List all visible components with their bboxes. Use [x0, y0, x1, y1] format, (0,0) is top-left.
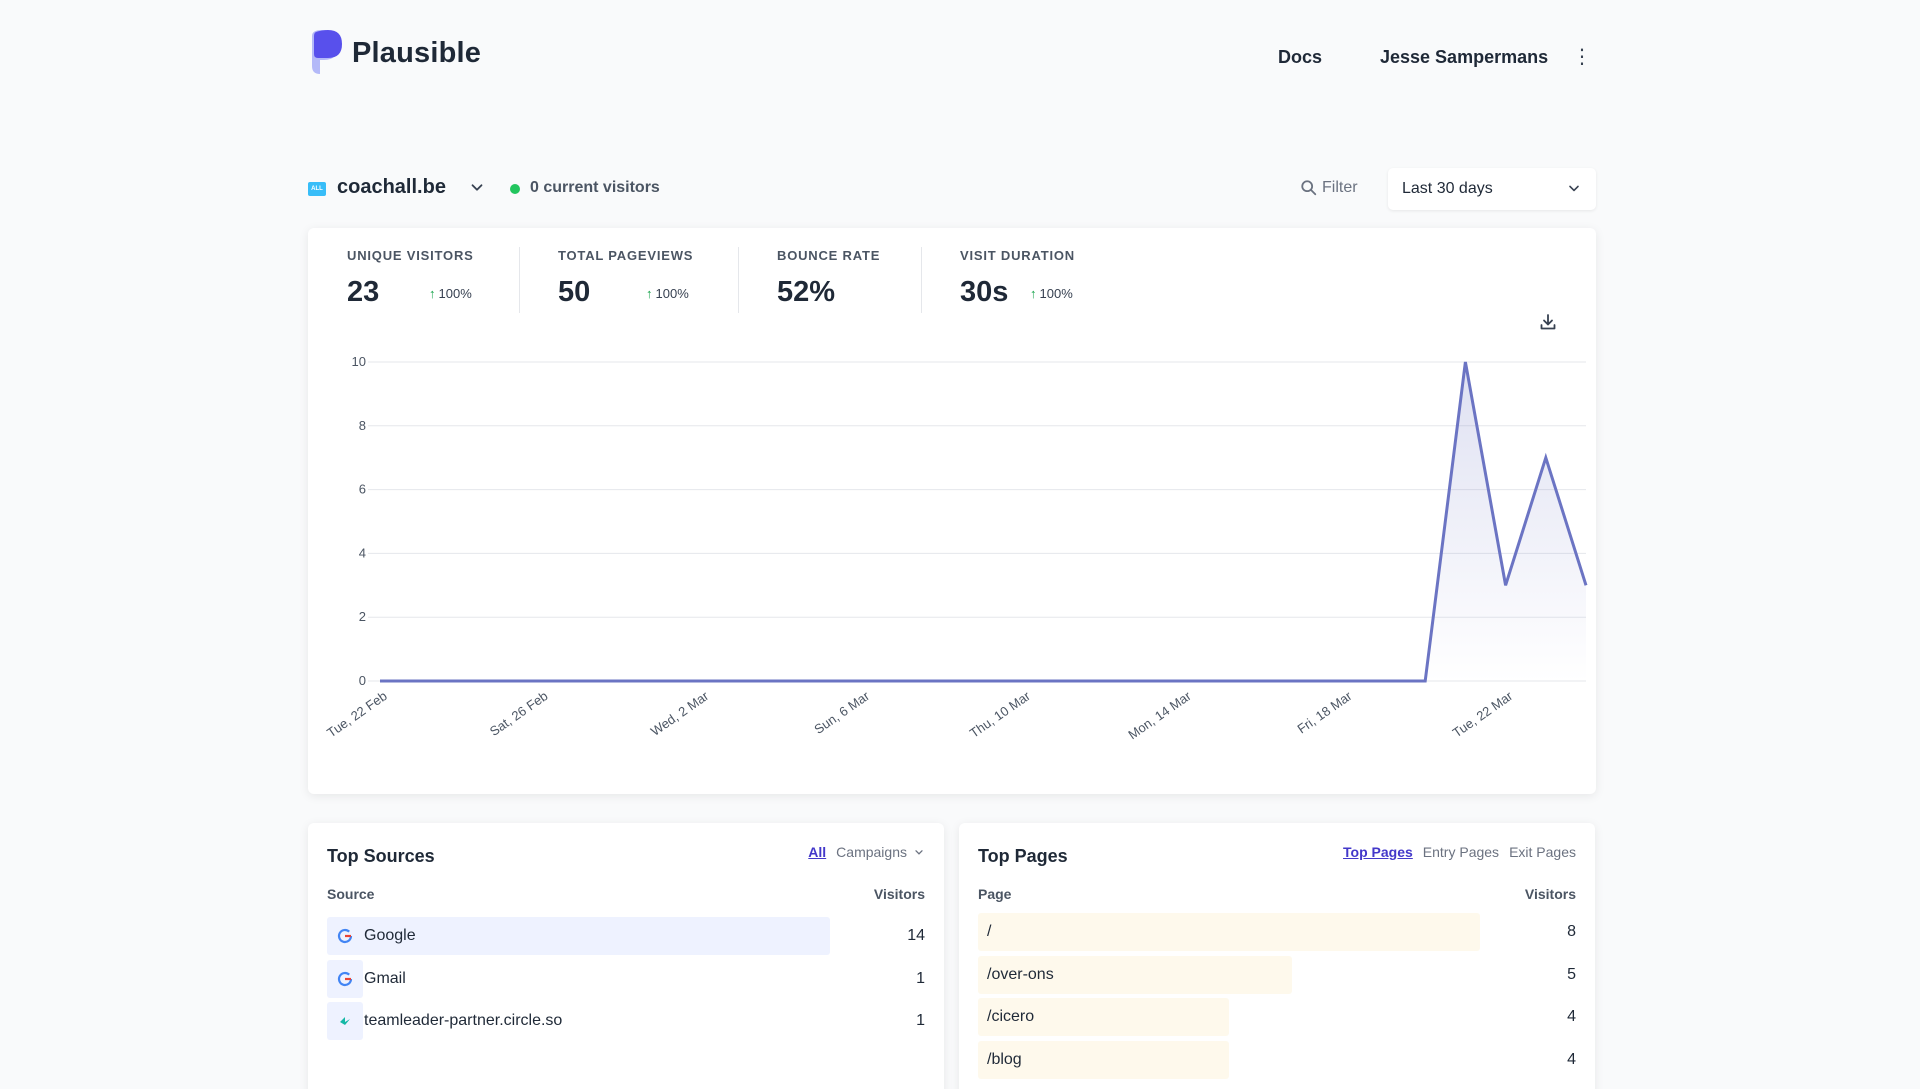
docs-link[interactable]: Docs	[1278, 47, 1322, 68]
row-label: Gmail	[364, 970, 406, 987]
y-tick-label: 10	[352, 354, 366, 369]
x-tick-label: Tue, 22 Feb	[324, 688, 390, 740]
tab-all[interactable]: All	[808, 844, 826, 860]
y-tick-label: 4	[359, 545, 366, 560]
circle-so-icon	[340, 1017, 350, 1025]
y-tick-label: 0	[359, 673, 366, 688]
column-header-source: Source	[327, 886, 375, 902]
chart-y-axis: 0 2 4 6 8 10	[352, 354, 366, 688]
row-value: 1	[916, 1012, 925, 1029]
x-tick-label: Sun, 6 Mar	[811, 688, 872, 737]
user-menu[interactable]: Jesse Sampermans	[1380, 47, 1548, 68]
top-sources-tabs: All Campaigns	[808, 844, 925, 860]
row-value: 14	[907, 927, 925, 944]
top-pages-tabs: Top Pages Entry Pages Exit Pages	[1343, 844, 1576, 860]
search-icon	[1301, 180, 1317, 196]
top-pages-card: Top Pages Top Pages Entry Pages Exit Pag…	[959, 823, 1595, 1089]
site-bar: ALL coachall.be 0 current visitors Filte…	[308, 168, 1596, 214]
row-label: /blog	[987, 1051, 1022, 1068]
logo-text: Plausible	[352, 36, 482, 69]
filter-button[interactable]: Filter	[1300, 179, 1358, 197]
row-value: 8	[1567, 923, 1576, 940]
site-switcher[interactable]: coachall.be	[337, 176, 446, 199]
x-tick-label: Mon, 14 Mar	[1125, 688, 1194, 743]
series-line	[380, 361, 1588, 683]
row-value: 4	[1567, 1051, 1576, 1068]
google-icon	[337, 928, 353, 944]
current-visitors[interactable]: 0 current visitors	[530, 179, 660, 197]
main-graph-card: UNIQUE VISITORS 23 ↑ 100% TOTAL PAGEVIEWS…	[308, 228, 1596, 794]
row-value: 1	[916, 970, 925, 987]
chart-x-axis: Tue, 22 Feb Sat, 26 Feb Wed, 2 Mar Sun, 6 M…	[324, 688, 1516, 743]
x-tick-label: Thu, 10 Mar	[967, 688, 1034, 741]
visitors-chart[interactable]: 0 2 4 6 8 10 Tue, 22 Feb Sat, 26 Feb Wed, 2 Mar…	[308, 228, 1596, 794]
row-value: 5	[1567, 966, 1576, 983]
plausible-logo-icon	[312, 30, 342, 74]
value-bar	[978, 913, 1480, 951]
tab-campaigns[interactable]: Campaigns	[836, 844, 907, 860]
top-sources-title: Top Sources	[327, 846, 435, 866]
gmail-icon	[337, 971, 353, 987]
filter-label: Filter	[1322, 179, 1358, 196]
x-tick-label: Wed, 2 Mar	[648, 688, 712, 739]
row-label: /	[987, 923, 992, 940]
row-value: 4	[1567, 1008, 1576, 1025]
row-label: Google	[364, 927, 416, 944]
chevron-down-icon[interactable]	[468, 178, 486, 196]
top-pages-title: Top Pages	[978, 846, 1068, 866]
top-header: Plausible Docs Jesse Sampermans ⋮	[308, 28, 1596, 88]
column-header-visitors: Visitors	[1524, 886, 1576, 902]
list-item[interactable]: Google 14	[327, 917, 925, 955]
period-label: Last 30 days	[1402, 180, 1493, 197]
x-tick-label: Sat, 26 Feb	[487, 688, 551, 739]
column-header-visitors: Visitors	[873, 886, 925, 902]
row-label: /over-ons	[987, 966, 1054, 983]
x-tick-label: Fri, 18 Mar	[1294, 688, 1355, 737]
list-item[interactable]: teamleader-partner.circle.so 1	[327, 1002, 925, 1040]
chevron-down-icon[interactable]	[913, 846, 925, 858]
period-picker[interactable]: Last 30 days	[1388, 168, 1596, 210]
series-area	[380, 362, 1586, 681]
x-tick-label: Tue, 22 Mar	[1450, 688, 1516, 741]
site-favicon-icon: ALL	[308, 182, 326, 196]
tab-top-pages[interactable]: Top Pages	[1343, 844, 1413, 860]
row-label: teamleader-partner.circle.so	[364, 1012, 563, 1029]
plausible-logo[interactable]: Plausible	[308, 28, 481, 78]
list-item[interactable]: /over-ons 5	[978, 956, 1576, 994]
tab-exit-pages[interactable]: Exit Pages	[1509, 844, 1576, 860]
top-sources-card: Top Sources All Campaigns Source Visitor…	[308, 823, 944, 1089]
live-dot-icon	[510, 184, 520, 194]
row-label: /cicero	[987, 1008, 1035, 1025]
y-tick-label: 2	[359, 609, 366, 624]
list-item[interactable]: /blog 4	[978, 1041, 1576, 1079]
y-tick-label: 8	[359, 418, 366, 433]
list-item[interactable]: /cicero 4	[978, 998, 1576, 1036]
kebab-menu-icon[interactable]: ⋮	[1572, 47, 1592, 69]
column-header-page: Page	[978, 886, 1012, 902]
list-item[interactable]: Gmail 1	[327, 960, 925, 998]
y-tick-label: 6	[359, 482, 366, 497]
tab-entry-pages[interactable]: Entry Pages	[1423, 844, 1499, 860]
list-item[interactable]: / 8	[978, 913, 1576, 951]
chevron-down-icon	[1569, 185, 1579, 192]
chart-grid	[368, 361, 1586, 682]
